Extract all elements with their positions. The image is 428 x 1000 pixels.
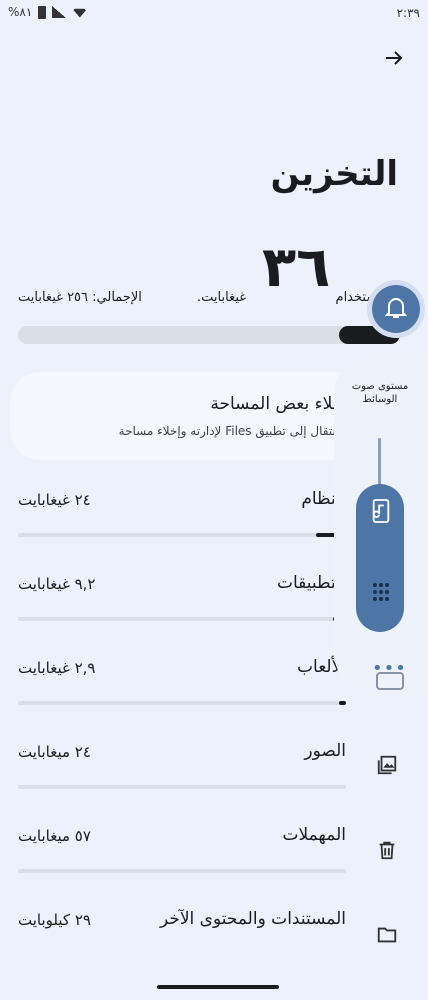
media-volume-slider[interactable]: [356, 484, 404, 632]
home-indicator: [157, 985, 279, 989]
ring-mode-button[interactable]: [372, 285, 420, 333]
used-unit: غيغابايت.: [197, 290, 247, 305]
category-value: ٢٩ كيلوبايت: [18, 911, 91, 929]
folder-icon: [377, 927, 397, 943]
category-bar-fill: [339, 701, 346, 705]
volume-track: [378, 438, 381, 486]
category-row-games[interactable]: الألعاب ٢,٩ غيغابايت: [18, 657, 346, 727]
music-note-icon: [372, 499, 390, 523]
storage-usage-bar: [18, 326, 400, 344]
category-row-images[interactable]: الصور ٢٤ ميغابايت: [18, 741, 346, 811]
battery-percent: %٨١: [8, 5, 33, 19]
category-row-trash[interactable]: المهملات ٥٧ ميغابايت: [18, 825, 346, 895]
status-bar: ٢:٣٩ %٨١: [0, 0, 428, 26]
category-bar: [18, 869, 346, 873]
free-up-space-subtitle: الانتقال إلى تطبيق Files لإدارته وإخلاء …: [118, 424, 346, 438]
battery-icon: [38, 5, 47, 19]
category-bar: [18, 701, 346, 705]
category-value: ٥٧ ميغابايت: [18, 827, 91, 845]
page-title: التخزين: [270, 154, 398, 194]
category-label: الصور: [304, 741, 346, 761]
status-time: ٢:٣٩: [396, 6, 420, 20]
wifi-icon: [72, 8, 88, 18]
category-row-documents[interactable]: المستندات والمحتوى الآخر ٢٩ كيلوبايت: [18, 909, 346, 979]
category-row-apps[interactable]: التطبيقات ٩,٢ غيغابايت: [18, 573, 346, 643]
image-icon: [377, 755, 397, 775]
used-amount: ٣٦: [262, 235, 331, 300]
category-label: المهملات: [282, 825, 346, 845]
category-value: ٢,٩ غيغابايت: [18, 659, 96, 677]
bell-icon: [385, 298, 407, 318]
free-up-space-title[interactable]: إخلاء بعض المساحة: [210, 394, 348, 414]
category-bar: [18, 785, 346, 789]
signal-icon: [52, 6, 67, 18]
category-value: ٩,٢ غيغابايت: [18, 575, 96, 593]
category-bar: [18, 533, 346, 537]
volume-panel-title: مستوى صوت الوسائط: [351, 381, 409, 405]
category-label: المستندات والمحتوى الآخر: [159, 909, 346, 929]
trash-icon: [379, 841, 395, 860]
total-storage: الإجمالي: ٢٥٦ غيغابايت: [18, 290, 142, 305]
status-icons: %٨١: [8, 5, 88, 19]
back-arrow-icon[interactable]: [382, 46, 406, 70]
category-row-system[interactable]: النظام ٢٤ غيغابايت: [18, 489, 346, 559]
category-value: ٢٤ ميغابايت: [18, 743, 91, 761]
category-value: ٢٤ غيغابايت: [18, 491, 91, 509]
dial-dots-icon: [373, 583, 389, 601]
gamepad-icon: [376, 672, 404, 690]
category-bar: [18, 617, 346, 621]
